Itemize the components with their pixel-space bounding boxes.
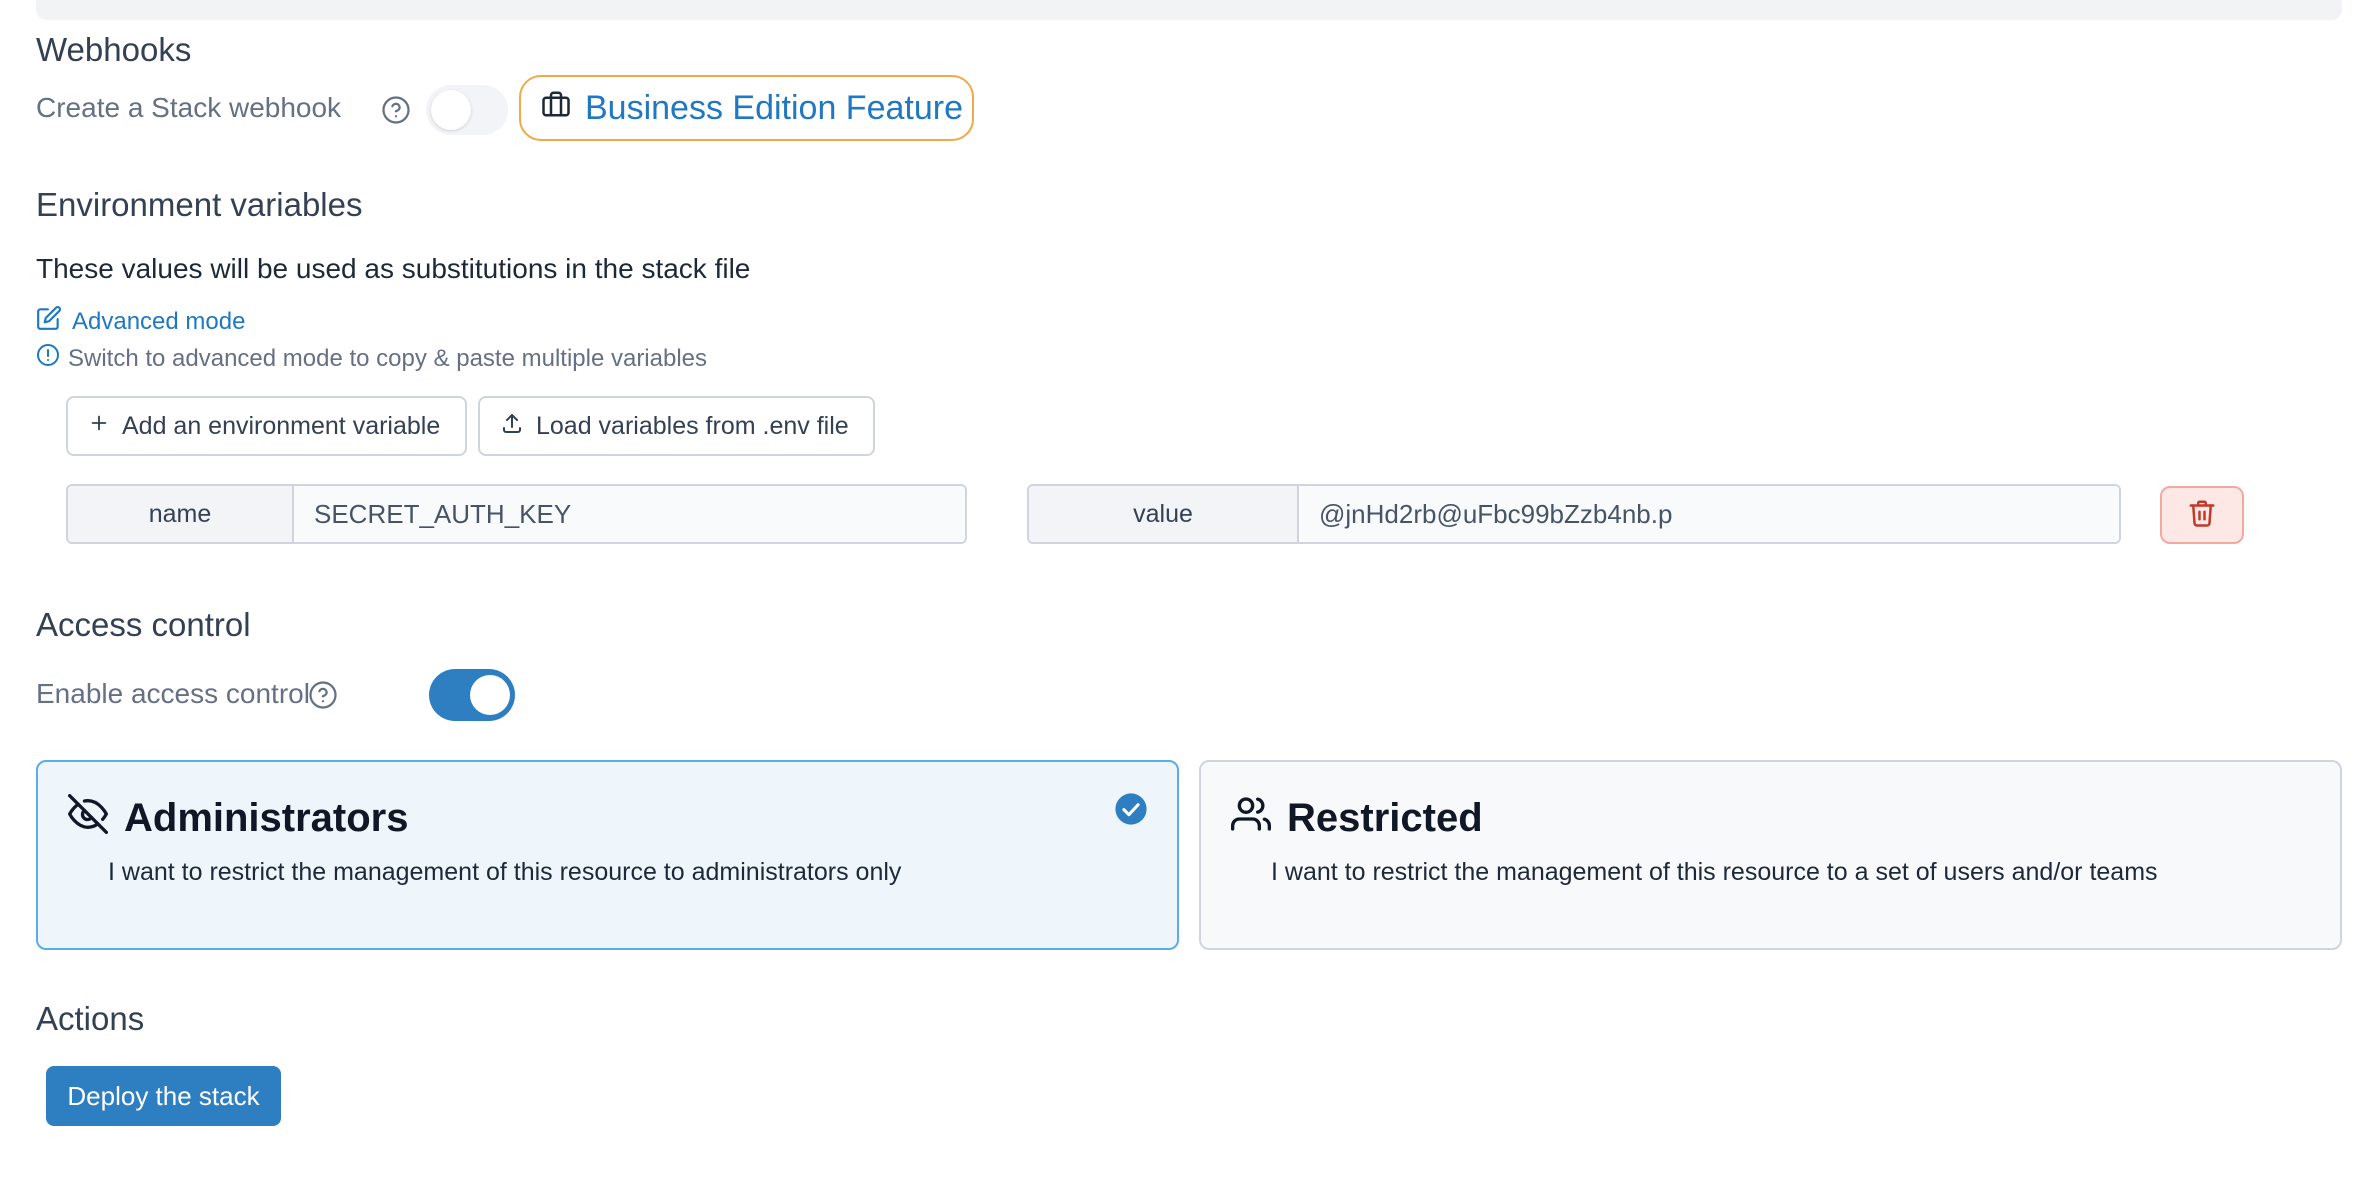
eye-off-icon — [68, 794, 109, 839]
info-icon — [36, 343, 60, 374]
load-env-file-button[interactable]: Load variables from .env file — [478, 396, 875, 456]
option-card-administrators[interactable]: Administrators I want to restrict the ma… — [36, 760, 1179, 950]
upload-icon — [500, 411, 524, 442]
access-control-title: Access control — [36, 606, 251, 643]
toggle-knob — [470, 675, 510, 715]
business-edition-badge[interactable]: Business Edition Feature — [519, 75, 974, 141]
create-webhook-label: Create a Stack webhook — [36, 92, 342, 123]
webhook-toggle[interactable] — [426, 85, 508, 135]
users-icon — [1231, 794, 1272, 839]
advanced-mode-link[interactable]: Advanced mode — [36, 305, 245, 338]
check-circle-icon — [1114, 792, 1148, 831]
env-name-label: name — [68, 486, 294, 542]
delete-env-variable-button[interactable] — [2160, 486, 2244, 544]
add-env-variable-button[interactable]: Add an environment variable — [66, 396, 467, 456]
edit-icon — [36, 305, 62, 338]
business-edition-label: Business Edition Feature — [585, 88, 963, 127]
env-value-input[interactable]: @jnHd2rb@uFbc99bZzb4nb.p — [1299, 486, 2119, 542]
webhooks-title: Webhooks — [36, 31, 192, 68]
option-title: Restricted — [1287, 796, 1483, 840]
help-icon[interactable] — [381, 95, 411, 130]
top-panel-edge — [36, 0, 2342, 20]
actions-title: Actions — [36, 1000, 145, 1037]
help-icon[interactable] — [308, 680, 338, 715]
option-card-restricted[interactable]: Restricted I want to restrict the manage… — [1199, 760, 2342, 950]
load-env-file-label: Load variables from .env file — [536, 411, 849, 440]
advanced-mode-label: Advanced mode — [72, 307, 246, 335]
advanced-mode-hint: Switch to advanced mode to copy & paste … — [36, 343, 707, 374]
briefcase-icon — [541, 89, 571, 128]
option-description: I want to restrict the management of thi… — [108, 858, 902, 886]
access-control-toggle[interactable] — [429, 669, 515, 721]
env-title: Environment variables — [36, 186, 363, 223]
trash-icon — [2187, 498, 2217, 533]
hint-text: Switch to advanced mode to copy & paste … — [68, 344, 708, 372]
deploy-stack-button[interactable]: Deploy the stack — [46, 1066, 281, 1126]
enable-access-control-label: Enable access control — [36, 678, 310, 709]
env-description: These values will be used as substitutio… — [36, 253, 751, 284]
add-env-variable-label: Add an environment variable — [122, 411, 441, 440]
option-description: I want to restrict the management of thi… — [1271, 858, 2158, 886]
env-value-label: value — [1029, 486, 1299, 542]
env-name-input[interactable]: SECRET_AUTH_KEY — [294, 486, 965, 542]
env-name-field: name SECRET_AUTH_KEY — [66, 484, 967, 544]
toggle-knob — [431, 90, 471, 130]
env-value-field: value @jnHd2rb@uFbc99bZzb4nb.p — [1027, 484, 2121, 544]
option-title: Administrators — [124, 796, 409, 840]
plus-icon — [88, 412, 110, 441]
